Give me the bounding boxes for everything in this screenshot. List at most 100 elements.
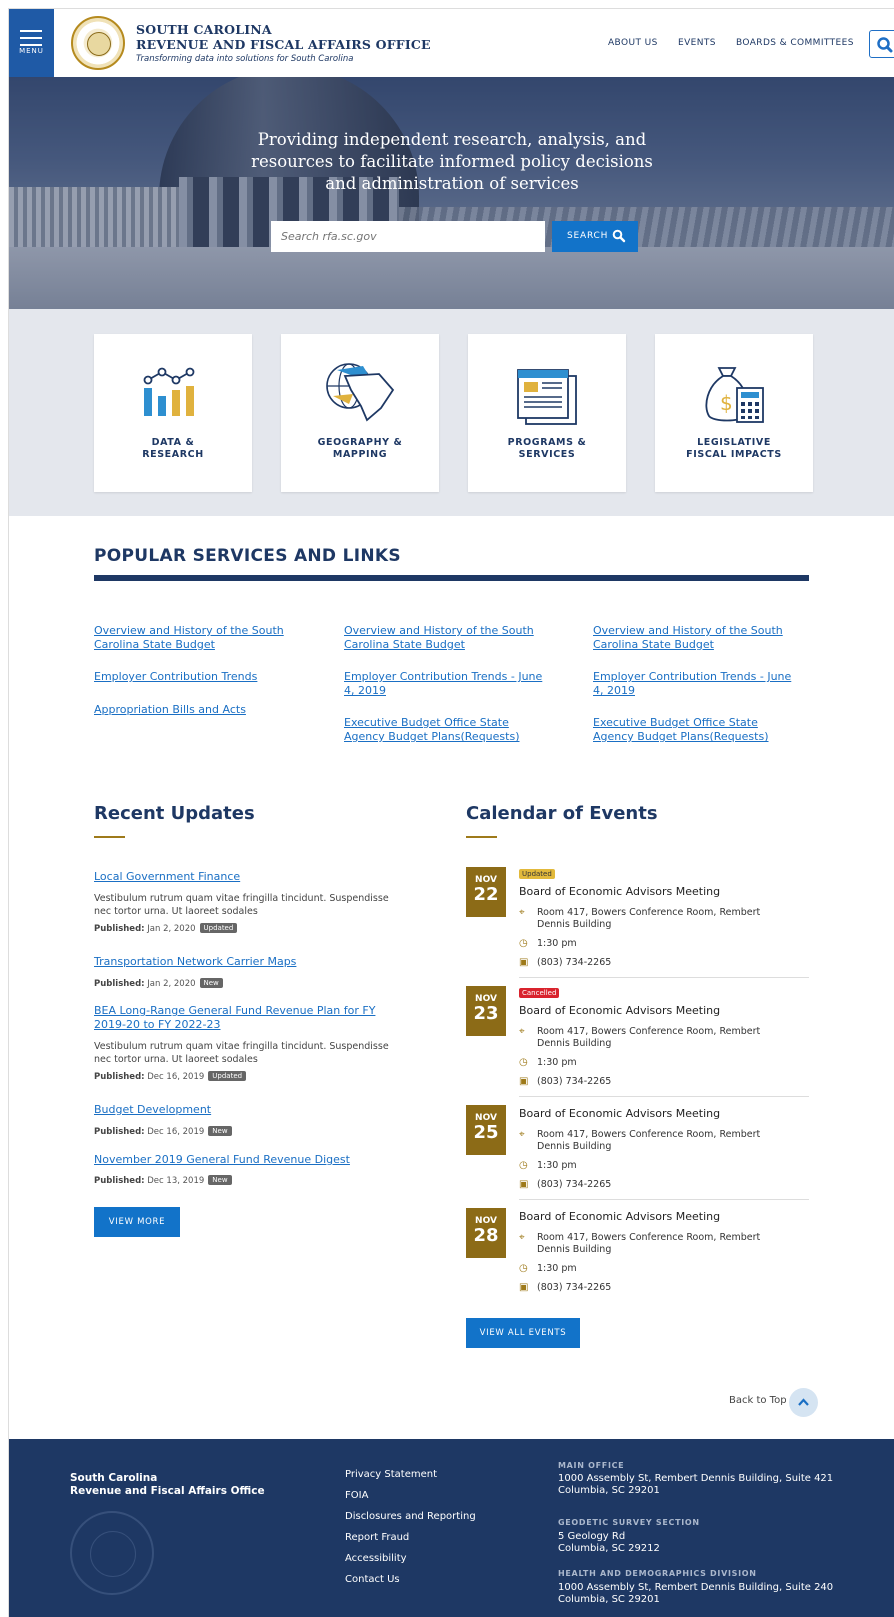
location-pin-icon: ⌖: [519, 907, 525, 918]
update-meta: Published: Dec 16, 2019 New: [94, 1126, 232, 1137]
update-title[interactable]: November 2019 General Fund Revenue Diges…: [94, 1153, 384, 1167]
status-badge: Cancelled: [519, 988, 560, 998]
event-location: ⌖ Room 417, Bowers Conference Room, Rembe…: [519, 1129, 761, 1152]
status-badge: Updated: [199, 923, 238, 933]
header-search-button[interactable]: [869, 30, 894, 58]
status-badge: Updated: [208, 1071, 247, 1081]
nav-about-us[interactable]: ABOUT US: [608, 38, 658, 48]
popular-link[interactable]: Overview and History of the South Caroli…: [94, 624, 294, 652]
footer-link-privacy[interactable]: Privacy Statement: [345, 1469, 437, 1480]
search-icon: [877, 37, 893, 53]
search-button-label: SEARCH: [567, 231, 609, 241]
office-label: HEALTH AND DEMOGRAPHICS DIVISION: [558, 1569, 757, 1578]
money-bag-calculator-icon: $: [705, 367, 764, 423]
org-line2: REVENUE AND FISCAL AFFAIRS OFFICE: [136, 37, 431, 52]
popular-link[interactable]: Executive Budget Office State Agency Bud…: [593, 716, 793, 744]
event-title[interactable]: Board of Economic Advisors Meeting: [519, 1004, 720, 1017]
tile-label: DATA & RESEARCH: [142, 437, 204, 460]
clock-icon: ◷: [519, 1160, 528, 1171]
update-meta: Published: Jan 2, 2020 New: [94, 978, 223, 989]
tile-legislative-fiscal-impacts[interactable]: $ LEGISLATIVE FISCAL IMPACTS: [655, 334, 813, 492]
org-line1: SOUTH CAROLINA: [136, 22, 272, 37]
popular-link[interactable]: Overview and History of the South Caroli…: [344, 624, 544, 652]
office-address: 1000 Assembly St, Rembert Dennis Buildin…: [558, 1473, 834, 1496]
update-meta: Published: Jan 2, 2020 Updated: [94, 923, 238, 934]
event-title[interactable]: Board of Economic Advisors Meeting: [519, 1107, 720, 1120]
site-search-input[interactable]: [271, 221, 545, 252]
documents-icon: [517, 369, 577, 425]
event-time: ◷ 1:30 pm: [519, 1057, 577, 1068]
event-title[interactable]: Board of Economic Advisors Meeting: [519, 1210, 720, 1223]
location-pin-icon: ⌖: [519, 1129, 525, 1140]
rfa-seal-logo[interactable]: [71, 16, 125, 70]
event-phone: ▣ (803) 734-2265: [519, 1282, 612, 1293]
org-tagline: Transforming data into solutions for Sou…: [136, 54, 354, 64]
event-phone: ▣ (803) 734-2265: [519, 1179, 612, 1190]
menu-button[interactable]: MENU: [9, 9, 54, 77]
svg-text:$: $: [720, 391, 733, 415]
nav-events[interactable]: EVENTS: [678, 38, 716, 48]
phone-icon: ▣: [519, 957, 529, 968]
popular-link[interactable]: Employer Contribution Trends - June 4, 2…: [344, 670, 544, 698]
popular-link[interactable]: Executive Budget Office State Agency Bud…: [344, 716, 544, 744]
popular-link[interactable]: Employer Contribution Trends: [94, 670, 294, 684]
office-label: MAIN OFFICE: [558, 1461, 625, 1470]
calendar-heading: Calendar of Events: [466, 803, 658, 824]
tile-geography-mapping[interactable]: GEOGRAPHY & MAPPING: [281, 334, 439, 492]
view-more-button[interactable]: VIEW MORE: [94, 1207, 180, 1237]
office-address: 5 Geology Rd Columbia, SC 29212: [558, 1531, 660, 1554]
update-title[interactable]: Budget Development: [94, 1103, 384, 1117]
tile-label: GEOGRAPHY & MAPPING: [317, 437, 403, 460]
phone-icon: ▣: [519, 1076, 529, 1087]
footer-seal-logo: [70, 1511, 154, 1595]
event-location: ⌖ Room 417, Bowers Conference Room, Rembe…: [519, 907, 761, 930]
status-badge: New: [208, 1175, 232, 1185]
footer-org-name: South Carolina Revenue and Fiscal Affair…: [70, 1472, 265, 1497]
hamburger-icon: [20, 30, 42, 46]
event-location: ⌖ Room 417, Bowers Conference Room, Rembe…: [519, 1232, 761, 1255]
footer-link-foia[interactable]: FOIA: [345, 1490, 368, 1501]
calendar-underline: [466, 836, 497, 838]
event-time: ◷ 1:30 pm: [519, 1263, 577, 1274]
tile-label: LEGISLATIVE FISCAL IMPACTS: [686, 437, 782, 460]
event-location: ⌖ Room 417, Bowers Conference Room, Rembe…: [519, 1026, 761, 1049]
footer-link-report-fraud[interactable]: Report Fraud: [345, 1532, 409, 1543]
back-to-top-button[interactable]: [789, 1388, 818, 1417]
status-badge: Updated: [519, 869, 555, 879]
phone-icon: ▣: [519, 1179, 529, 1190]
clock-icon: ◷: [519, 1263, 528, 1274]
event-date: NOV 28: [466, 1208, 506, 1258]
event-title[interactable]: Board of Economic Advisors Meeting: [519, 885, 720, 898]
popular-heading: POPULAR SERVICES AND LINKS: [94, 546, 401, 566]
back-to-top-label[interactable]: Back to Top: [729, 1395, 787, 1406]
event-divider: [519, 1199, 809, 1200]
popular-link[interactable]: Overview and History of the South Caroli…: [593, 624, 793, 652]
location-pin-icon: ⌖: [519, 1026, 525, 1037]
event-time: ◷ 1:30 pm: [519, 1160, 577, 1171]
update-meta: Published: Dec 13, 2019 New: [94, 1175, 232, 1186]
popular-link[interactable]: Employer Contribution Trends - June 4, 2…: [593, 670, 793, 698]
status-badge: New: [208, 1126, 232, 1136]
update-title[interactable]: BEA Long-Range General Fund Revenue Plan…: [94, 1004, 384, 1032]
event-date: NOV 22: [466, 867, 506, 917]
phone-icon: ▣: [519, 1282, 529, 1293]
site-footer: South Carolina Revenue and Fiscal Affair…: [9, 1439, 894, 1617]
view-all-events-button[interactable]: VIEW ALL EVENTS: [466, 1318, 580, 1348]
footer-link-disclosures[interactable]: Disclosures and Reporting: [345, 1511, 476, 1522]
update-title[interactable]: Local Government Finance: [94, 870, 384, 884]
popular-link[interactable]: Appropriation Bills and Acts: [94, 703, 294, 717]
office-label: GEODETIC SURVEY SECTION: [558, 1518, 700, 1527]
hero-banner: Providing independent research, analysis…: [9, 77, 894, 309]
tile-programs-services[interactable]: PROGRAMS & SERVICES: [468, 334, 626, 492]
update-description: Vestibulum rutrum quam vitae fringilla t…: [94, 1041, 389, 1065]
event-time: ◷ 1:30 pm: [519, 938, 577, 949]
recent-updates-heading: Recent Updates: [94, 803, 255, 824]
tile-data-research[interactable]: DATA & RESEARCH: [94, 334, 252, 492]
update-title[interactable]: Transportation Network Carrier Maps: [94, 955, 384, 969]
menu-label: MENU: [19, 47, 44, 55]
org-name[interactable]: SOUTH CAROLINA REVENUE AND FISCAL AFFAIR…: [136, 22, 431, 64]
site-search-button[interactable]: SEARCH: [552, 221, 638, 252]
footer-link-accessibility[interactable]: Accessibility: [345, 1553, 407, 1564]
nav-boards-committees[interactable]: BOARDS & COMMITTEES: [736, 38, 854, 48]
footer-link-contact[interactable]: Contact Us: [345, 1574, 400, 1585]
